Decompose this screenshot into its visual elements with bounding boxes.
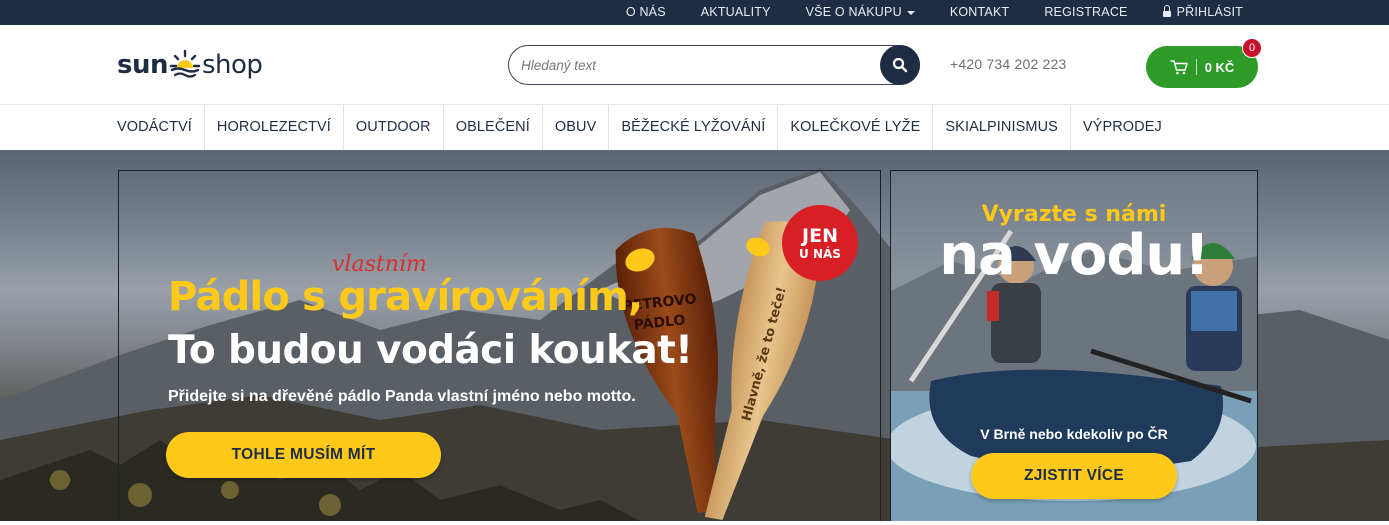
nav-item-horolezectvi[interactable]: HOROLEZECTVÍ [205, 105, 344, 150]
phone-number[interactable]: +420 734 202 223 [950, 56, 1066, 72]
lock-icon [1162, 5, 1171, 17]
nav-item-skialpinismus[interactable]: SKIALPINISMUS [933, 105, 1071, 150]
search-box [508, 45, 920, 85]
logo-shop-text: shop [202, 50, 263, 80]
zjistit-vice-button[interactable]: ZJISTIT VÍCE [971, 453, 1177, 499]
logo-sun-text: sun [117, 50, 169, 80]
link-kontakt-label: KONTAKT [949, 5, 1010, 19]
nav-item-vyprodej[interactable]: VÝPRODEJ [1071, 105, 1174, 150]
tohle-musim-mit-button[interactable]: TOHLE MUSÍM MÍT [166, 432, 441, 478]
side-title-white: na vodu! [939, 223, 1210, 288]
headline-white: To budou vodáci koukat! [168, 328, 693, 373]
side-subline: V Brně nebo kdekoliv po ČR [980, 426, 1168, 442]
link-aktuality-label: AKTUALITY [700, 5, 771, 19]
cart-total: 0 KČ [1204, 59, 1235, 75]
nav-item-vodactvi[interactable]: VODÁCTVÍ [105, 105, 205, 150]
main-navigation: VODÁCTVÍ HOROLEZECTVÍ OUTDOOR OBLEČENÍ O… [0, 105, 1389, 150]
nav-item-outdoor[interactable]: OUTDOOR [344, 105, 444, 150]
link-prihlasit-label: PŘIHLÁSIT [1176, 5, 1243, 19]
search-button[interactable] [880, 45, 920, 85]
nav-item-obleceni[interactable]: OBLEČENÍ [444, 105, 543, 150]
search-input[interactable] [521, 54, 871, 76]
badge-line-2: U NÁS [799, 246, 841, 261]
headline-yellow: Pádlo s gravírováním, [168, 274, 643, 320]
link-registrace-label: REGISTRACE [1044, 5, 1128, 19]
link-o-nas[interactable]: O NÁS [626, 0, 666, 25]
utility-links: O NÁS AKTUALITY VŠE O NÁKUPU KONTAKT REG… [591, 0, 1243, 25]
link-vse-o-nakupu-label: VŠE O NÁKUPU [805, 5, 902, 19]
link-registrace[interactable]: REGISTRACE [1044, 0, 1127, 25]
caret-down-icon [906, 10, 915, 15]
site-header: sun shop +420 734 202 223 [0, 25, 1389, 105]
cart-count-badge: 0 [1242, 38, 1262, 58]
cart-icon [1169, 60, 1188, 75]
cart-divider [1195, 59, 1197, 75]
jen-u-nas-badge: JEN U NÁS [782, 205, 858, 281]
logo[interactable]: sun shop [117, 45, 263, 85]
headline-subline: Přidejte si na dřevěné pádlo Panda vlast… [168, 388, 636, 405]
sun-icon [169, 49, 201, 78]
link-kontakt[interactable]: KONTAKT [950, 0, 1010, 25]
top-utility-bar: O NÁS AKTUALITY VŠE O NÁKUPU KONTAKT REG… [0, 0, 1389, 25]
nav-item-obuv[interactable]: OBUV [543, 105, 610, 150]
link-o-nas-label: O NÁS [625, 5, 666, 19]
nav-item-koleckove-lyze[interactable]: KOLEČKOVÉ LYŽE [778, 105, 934, 150]
search-icon [892, 57, 908, 73]
link-prihlasit[interactable]: PŘIHLÁSIT [1162, 0, 1243, 25]
link-aktuality[interactable]: AKTUALITY [701, 0, 771, 25]
nav-item-bezecke-lyzovani[interactable]: BĚŽECKÉ LYŽOVÁNÍ [609, 105, 779, 150]
link-vse-o-nakupu[interactable]: VŠE O NÁKUPU [806, 0, 915, 25]
badge-line-1: JEN [802, 224, 838, 247]
cart-button[interactable]: 0 KČ 0 [1146, 38, 1262, 88]
